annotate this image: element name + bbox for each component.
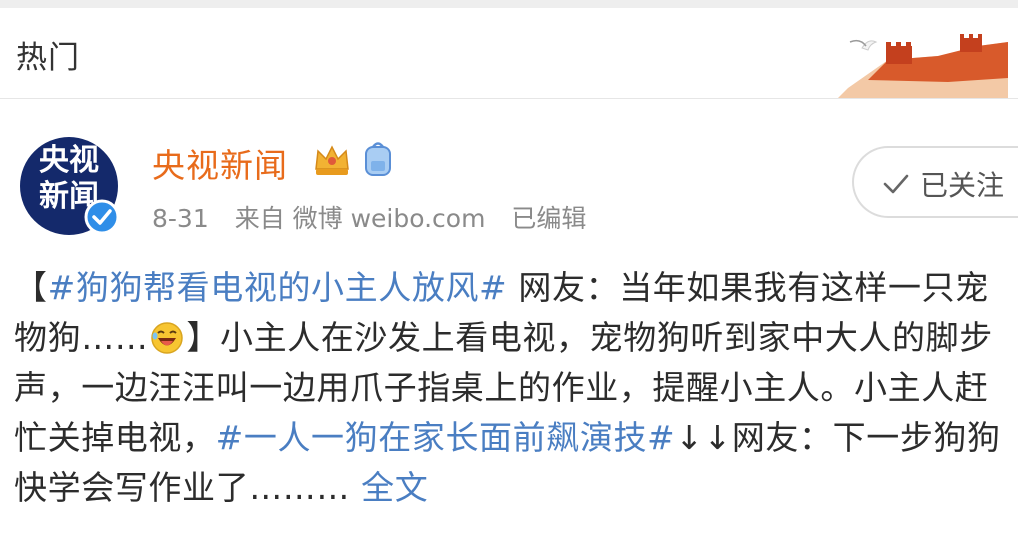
post-meta: 8-31 来自 微博 weibo.com 已编辑: [152, 199, 604, 235]
page-header: 热门: [0, 8, 1018, 98]
hashtag-link-2[interactable]: #一人一狗在家长面前飙演技#: [216, 418, 676, 457]
follow-button[interactable]: 已关注: [852, 146, 1018, 218]
laughing-emoji-icon: [151, 322, 184, 354]
post-body: 【#狗狗帮看电视的小主人放风# 网友：当年如果我有这样一只宠物狗…… 】小主人在…: [14, 263, 1009, 513]
check-icon: [883, 174, 909, 194]
author-name[interactable]: 央视新闻: [152, 139, 288, 187]
full-text-link[interactable]: 全文: [350, 468, 428, 507]
arrow-glyphs: ↓↓: [675, 418, 732, 457]
hashtag-link[interactable]: #狗狗帮看电视的小主人放风#: [48, 268, 508, 307]
backpack-icon[interactable]: [362, 139, 394, 179]
post-date: 8-31: [152, 204, 209, 233]
post-source: 来自 微博 weibo.com: [234, 204, 486, 233]
status-strip: [0, 0, 1018, 8]
headline-close-bracket: 】: [186, 318, 221, 357]
great-wall-decoration: [828, 18, 1008, 98]
crown-vip-icon[interactable]: [312, 139, 352, 179]
follow-button-label: 已关注: [920, 169, 1005, 202]
weibo-post-card: 央视 新闻 央视新闻 8-31 来自 微博 weibo.com 已编辑 已关注 …: [0, 99, 1018, 535]
page-title: 热门: [16, 40, 80, 76]
verified-badge-icon: [84, 199, 120, 235]
edited-label: 已编辑: [511, 204, 587, 233]
headline-open-bracket: 【: [14, 268, 48, 307]
